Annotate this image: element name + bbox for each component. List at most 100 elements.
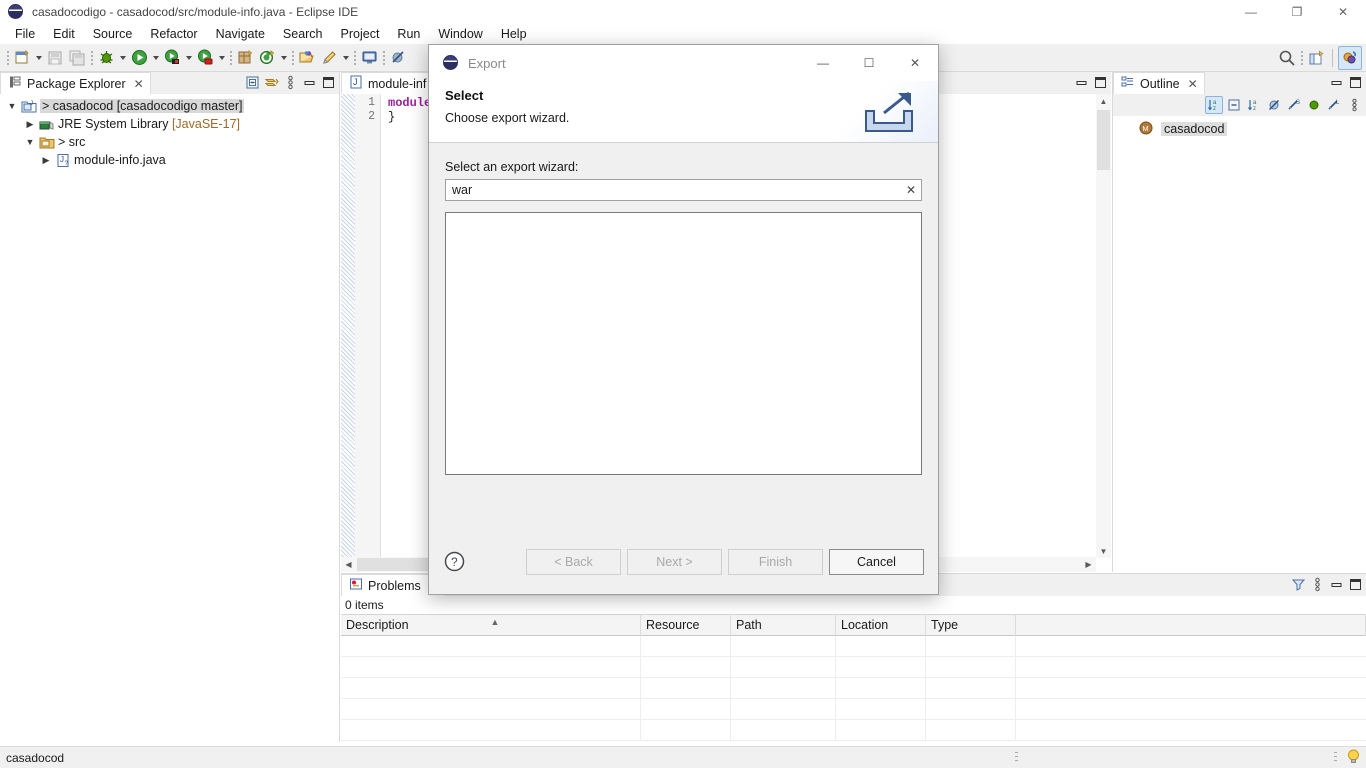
clear-search-icon[interactable]: ✕: [901, 183, 921, 197]
scrollbar-thumb[interactable]: [1097, 110, 1110, 170]
column-header-path[interactable]: Path: [731, 614, 836, 636]
scroll-left-icon[interactable]: ◀: [341, 557, 356, 572]
menu-help[interactable]: Help: [492, 25, 536, 43]
view-menu-icon[interactable]: [1308, 575, 1326, 593]
scroll-up-icon[interactable]: ▲: [1096, 94, 1111, 108]
hide-nonpublic-icon[interactable]: [1305, 96, 1323, 114]
open-type-icon[interactable]: [296, 47, 318, 69]
menu-run[interactable]: Run: [388, 25, 429, 43]
package-explorer-tree[interactable]: ▼ J > casadocod [casadocodigo master] ▶ …: [0, 94, 339, 742]
finish-button[interactable]: Finish: [728, 549, 823, 575]
view-menu-icon[interactable]: [1345, 96, 1363, 114]
hide-fields-icon[interactable]: [1265, 96, 1283, 114]
edit-dropdown-icon[interactable]: [340, 47, 351, 69]
menu-edit[interactable]: Edit: [44, 25, 84, 43]
close-icon[interactable]: ✕: [134, 77, 144, 91]
new-wizard-icon[interactable]: [11, 47, 33, 69]
export-wizard-filter-field[interactable]: war ✕: [445, 179, 922, 201]
help-icon[interactable]: ?: [444, 551, 465, 572]
column-header-type[interactable]: Type: [926, 614, 1016, 636]
minimize-icon[interactable]: [1327, 575, 1345, 593]
tab-package-explorer[interactable]: Package Explorer ✕: [0, 72, 151, 94]
new-perspective-icon[interactable]: [1305, 47, 1327, 69]
sort-alpha-icon[interactable]: az: [1245, 96, 1263, 114]
skip-breakpoints-icon[interactable]: [387, 47, 409, 69]
minimize-icon[interactable]: [1072, 73, 1090, 91]
table-row[interactable]: [341, 636, 1366, 657]
table-row[interactable]: [341, 678, 1366, 699]
sort-icon[interactable]: az: [1205, 96, 1223, 114]
problems-table-body[interactable]: [341, 636, 1366, 741]
dialog-close-button[interactable]: ✕: [892, 45, 938, 81]
maximize-icon[interactable]: [1346, 73, 1364, 91]
menu-file[interactable]: File: [6, 25, 44, 43]
twisty-collapsed-icon[interactable]: ▶: [38, 155, 54, 166]
debug-dropdown-icon[interactable]: [117, 47, 128, 69]
search-icon[interactable]: [1276, 47, 1298, 69]
run-external-tools-dropdown-icon[interactable]: [216, 47, 227, 69]
scroll-right-icon[interactable]: ▶: [1081, 557, 1096, 572]
maximize-icon[interactable]: [319, 73, 337, 91]
run-coverage-icon[interactable]: [161, 47, 183, 69]
window-close-button[interactable]: ✕: [1320, 0, 1366, 24]
menu-project[interactable]: Project: [332, 25, 389, 43]
table-row[interactable]: [341, 657, 1366, 678]
column-header-location[interactable]: Location: [836, 614, 926, 636]
hide-local-icon[interactable]: L: [1325, 96, 1343, 114]
collapse-all-icon[interactable]: [1225, 96, 1243, 114]
outline-content[interactable]: M casadocod: [1113, 116, 1366, 572]
twisty-expanded-icon[interactable]: ▼: [4, 101, 20, 111]
back-button[interactable]: < Back: [526, 549, 621, 575]
edit-icon[interactable]: [318, 47, 340, 69]
column-header-description[interactable]: ▲ Description: [341, 614, 641, 636]
maximize-icon[interactable]: [1091, 73, 1109, 91]
minimize-icon[interactable]: [1327, 73, 1345, 91]
table-row[interactable]: [341, 720, 1366, 741]
menu-refactor[interactable]: Refactor: [141, 25, 206, 43]
outline-entry-module[interactable]: M casadocod: [1113, 120, 1366, 138]
menu-search[interactable]: Search: [274, 25, 332, 43]
new-package-icon[interactable]: [256, 47, 278, 69]
tip-of-the-day-icon[interactable]: [1345, 748, 1362, 768]
twisty-collapsed-icon[interactable]: ▶: [22, 119, 38, 130]
menu-window[interactable]: Window: [429, 25, 491, 43]
search-input[interactable]: war: [446, 183, 901, 197]
table-row[interactable]: [341, 699, 1366, 720]
dialog-minimize-button[interactable]: —: [800, 45, 846, 81]
dialog-maximize-button[interactable]: ☐: [846, 45, 892, 81]
scroll-down-icon[interactable]: ▼: [1096, 544, 1111, 558]
run-dropdown-icon[interactable]: [150, 47, 161, 69]
window-restore-button[interactable]: ❐: [1274, 0, 1320, 24]
export-wizard-list[interactable]: [445, 212, 922, 475]
close-icon[interactable]: ✕: [1188, 77, 1198, 91]
save-icon[interactable]: [44, 47, 66, 69]
tree-item-module-info[interactable]: ▶ J? module-info.java: [0, 151, 339, 169]
collapse-all-icon[interactable]: [243, 73, 261, 91]
tree-item-src[interactable]: ▼ > src: [0, 133, 339, 151]
tab-outline[interactable]: Outline ✕: [1113, 72, 1205, 94]
filter-icon[interactable]: [1289, 575, 1307, 593]
debug-icon[interactable]: [95, 47, 117, 69]
column-header-resource[interactable]: Resource: [641, 614, 731, 636]
minimize-icon[interactable]: [300, 73, 318, 91]
run-coverage-dropdown-icon[interactable]: [183, 47, 194, 69]
cancel-button[interactable]: Cancel: [829, 549, 924, 575]
new-wizard-dropdown-icon[interactable]: [33, 47, 44, 69]
terminal-icon[interactable]: [358, 47, 380, 69]
link-with-editor-icon[interactable]: [262, 73, 280, 91]
new-package-dropdown-icon[interactable]: [278, 47, 289, 69]
run-icon[interactable]: [128, 47, 150, 69]
maximize-icon[interactable]: [1346, 575, 1364, 593]
run-external-tools-icon[interactable]: [194, 47, 216, 69]
new-java-project-icon[interactable]: [234, 47, 256, 69]
window-minimize-button[interactable]: —: [1228, 0, 1274, 24]
java-perspective-icon[interactable]: [1338, 46, 1362, 70]
menu-source[interactable]: Source: [84, 25, 142, 43]
view-menu-icon[interactable]: [281, 73, 299, 91]
editor-marker-bar[interactable]: [341, 94, 355, 572]
tree-item-jre-library[interactable]: ▶ JRE System Library [JavaSE-17]: [0, 115, 339, 133]
editor-vertical-scrollbar[interactable]: ▲ ▼: [1096, 94, 1111, 558]
hide-static-icon[interactable]: S: [1285, 96, 1303, 114]
next-button[interactable]: Next >: [627, 549, 722, 575]
tree-item-project[interactable]: ▼ J > casadocod [casadocodigo master]: [0, 97, 339, 115]
